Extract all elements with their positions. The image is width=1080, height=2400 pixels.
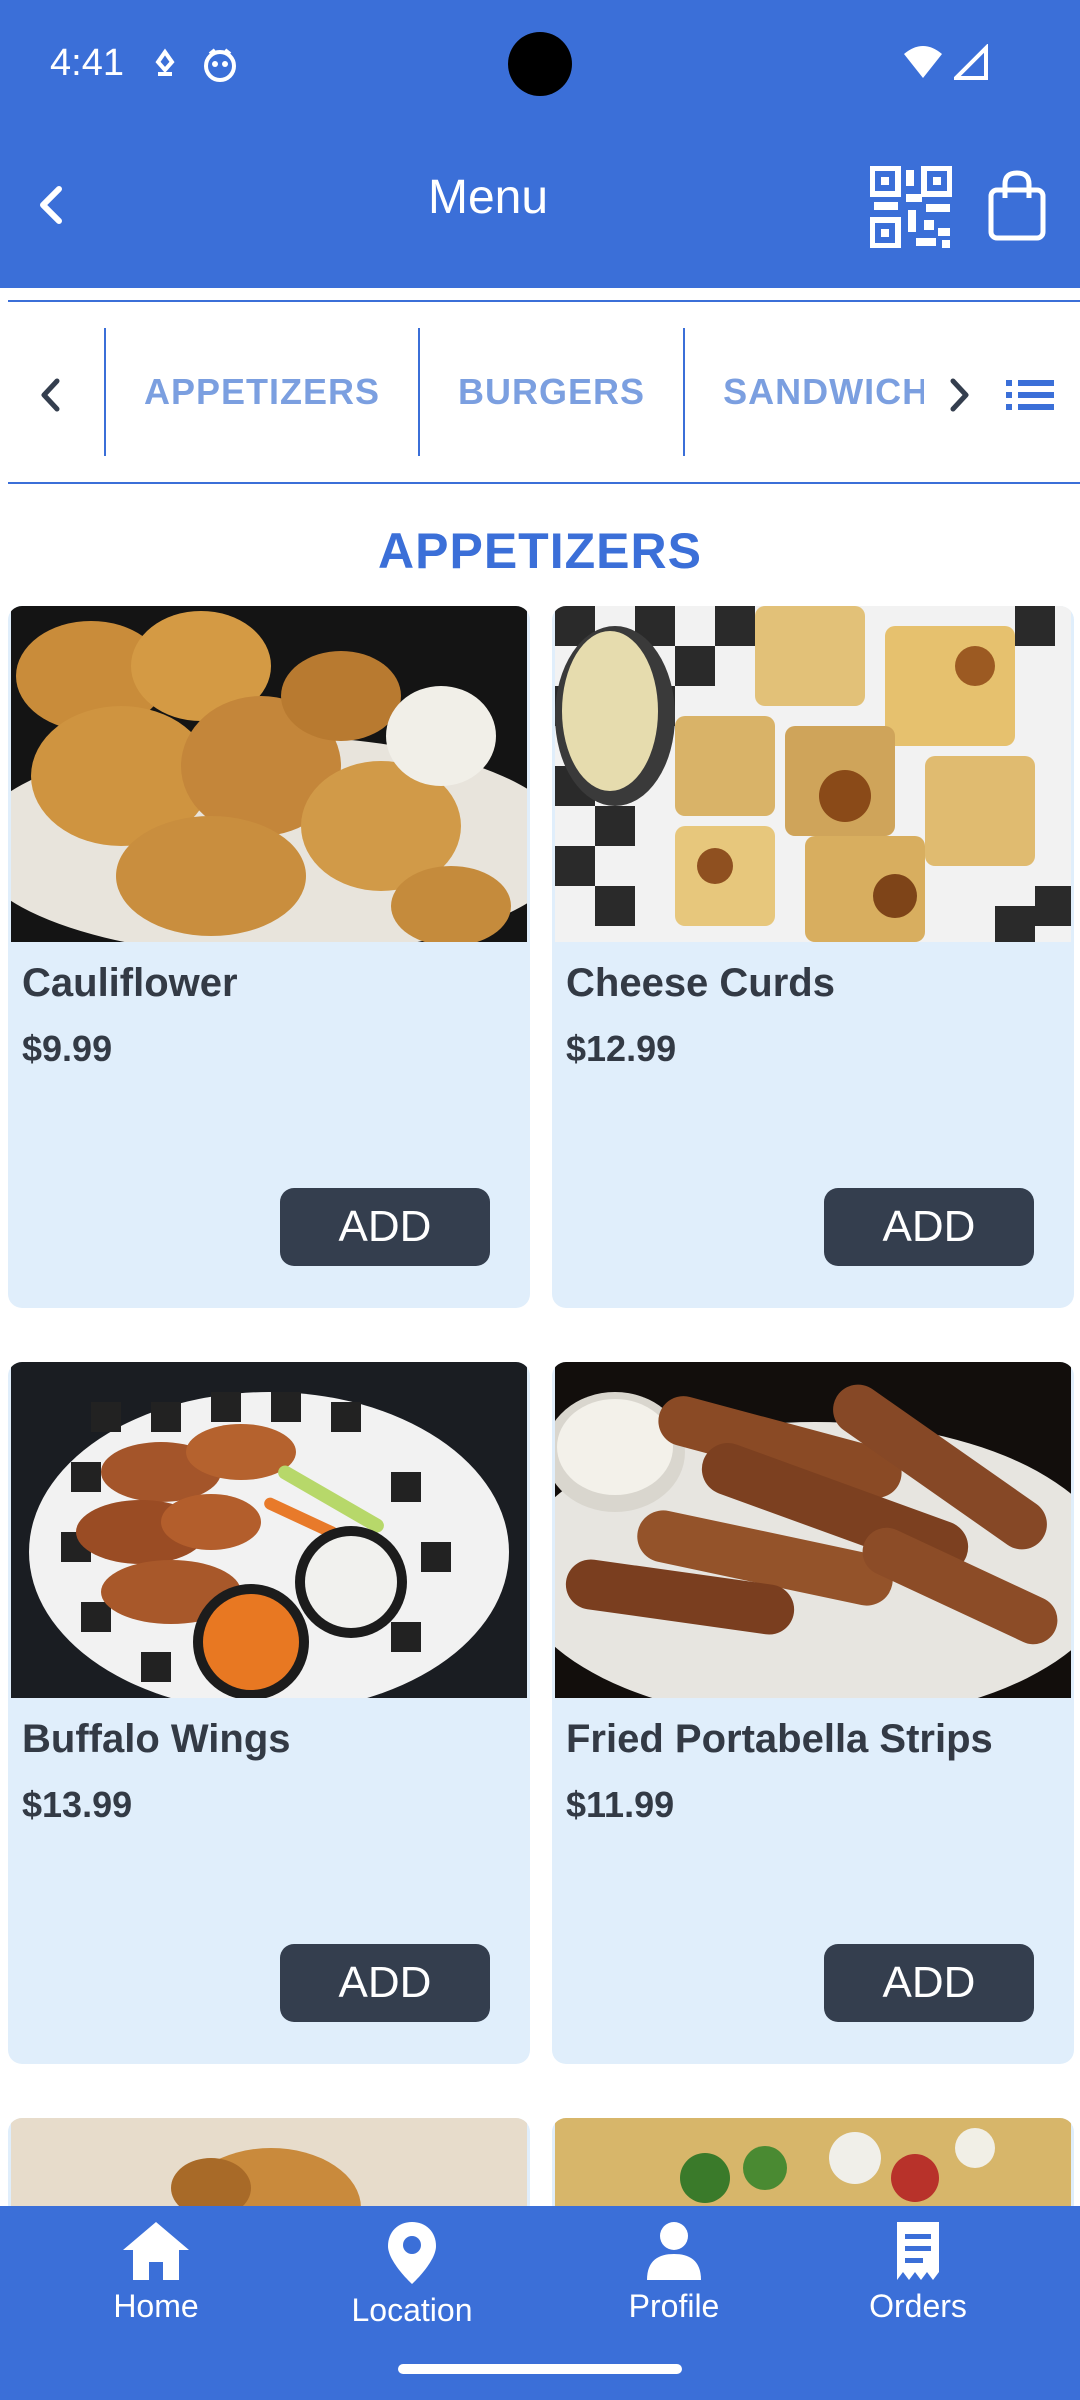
app-header: 4:41 Menu bbox=[0, 0, 1080, 288]
tab-sandwiches[interactable]: SANDWICHES bbox=[683, 328, 924, 456]
cart-button[interactable] bbox=[988, 170, 1046, 242]
food-image-partial bbox=[555, 2118, 1071, 2218]
nav-location[interactable]: Location bbox=[312, 2220, 512, 2360]
status-time: 4:41 bbox=[50, 42, 124, 84]
menu-item-card[interactable]: Buffalo Wings $13.99 ADD bbox=[8, 1362, 530, 2064]
add-to-cart-button[interactable]: ADD bbox=[824, 1944, 1034, 2022]
app-notification-icon bbox=[204, 48, 236, 82]
category-scroll-left-button[interactable] bbox=[28, 370, 72, 420]
chevron-left-icon bbox=[41, 378, 60, 412]
food-image-cheese-curds bbox=[555, 606, 1071, 942]
nav-home-label: Home bbox=[113, 2288, 199, 2324]
qr-code-button[interactable] bbox=[869, 165, 953, 249]
item-name: Cheese Curds bbox=[566, 961, 835, 1005]
nav-orders-label: Orders bbox=[869, 2288, 967, 2324]
list-icon bbox=[1006, 380, 1054, 410]
item-price: $12.99 bbox=[566, 1028, 677, 1069]
menu-item-card[interactable] bbox=[8, 2118, 530, 2218]
item-name: Fried Portabella Strips bbox=[566, 1717, 993, 1761]
food-image-buffalo-wings bbox=[11, 1362, 527, 1698]
chevron-right-icon bbox=[950, 378, 969, 412]
nav-profile[interactable]: Profile bbox=[574, 2220, 774, 2360]
shopping-bag-icon bbox=[988, 170, 1046, 241]
menu-item-card[interactable] bbox=[552, 2118, 1074, 2218]
category-bar: APPETIZERS BURGERS SANDWICHES bbox=[8, 300, 1080, 484]
add-to-cart-button[interactable]: ADD bbox=[824, 1188, 1034, 1266]
item-price: $11.99 bbox=[566, 1784, 675, 1825]
menu-item-card[interactable]: Cauliflower $9.99 ADD bbox=[8, 606, 530, 1308]
wifi-icon bbox=[904, 46, 942, 78]
menu-item-card[interactable]: Cheese Curds $12.99 ADD bbox=[552, 606, 1074, 1308]
nav-home[interactable]: Home bbox=[56, 2220, 256, 2360]
section-title: APPETIZERS bbox=[378, 523, 702, 579]
home-indicator[interactable] bbox=[398, 2364, 682, 2374]
status-system-icons bbox=[902, 44, 990, 80]
tab-appetizers[interactable]: APPETIZERS bbox=[104, 328, 418, 456]
food-image-partial bbox=[11, 2118, 527, 2218]
camera-cutout bbox=[508, 32, 572, 96]
item-name: Buffalo Wings bbox=[22, 1717, 291, 1761]
notification-icon bbox=[155, 48, 175, 76]
qr-code-icon bbox=[869, 165, 953, 249]
food-image-cauliflower bbox=[11, 606, 527, 942]
person-icon bbox=[647, 2222, 701, 2280]
item-price: $13.99 bbox=[22, 1784, 133, 1825]
add-to-cart-button[interactable]: ADD bbox=[280, 1944, 490, 2022]
status-notification-icons bbox=[150, 48, 238, 82]
item-name: Cauliflower bbox=[22, 961, 238, 1005]
home-icon bbox=[123, 2222, 189, 2280]
food-image-portabella-strips bbox=[555, 1362, 1071, 1698]
receipt-icon bbox=[897, 2222, 939, 2280]
nav-profile-label: Profile bbox=[628, 2288, 720, 2324]
tab-burgers[interactable]: BURGERS bbox=[418, 328, 683, 456]
nav-orders[interactable]: Orders bbox=[818, 2220, 1018, 2360]
category-scroll-right-button[interactable] bbox=[938, 370, 982, 420]
category-tabs: APPETIZERS BURGERS SANDWICHES bbox=[104, 328, 924, 456]
page-title: Menu bbox=[427, 171, 549, 224]
add-to-cart-button[interactable]: ADD bbox=[280, 1188, 490, 1266]
signal-icon bbox=[954, 44, 988, 80]
category-list-button[interactable] bbox=[1004, 374, 1056, 416]
menu-item-card[interactable]: Fried Portabella Strips $11.99 ADD bbox=[552, 1362, 1074, 2064]
location-pin-icon bbox=[388, 2222, 436, 2284]
nav-location-label: Location bbox=[351, 2292, 473, 2328]
item-price: $9.99 bbox=[22, 1028, 113, 1069]
